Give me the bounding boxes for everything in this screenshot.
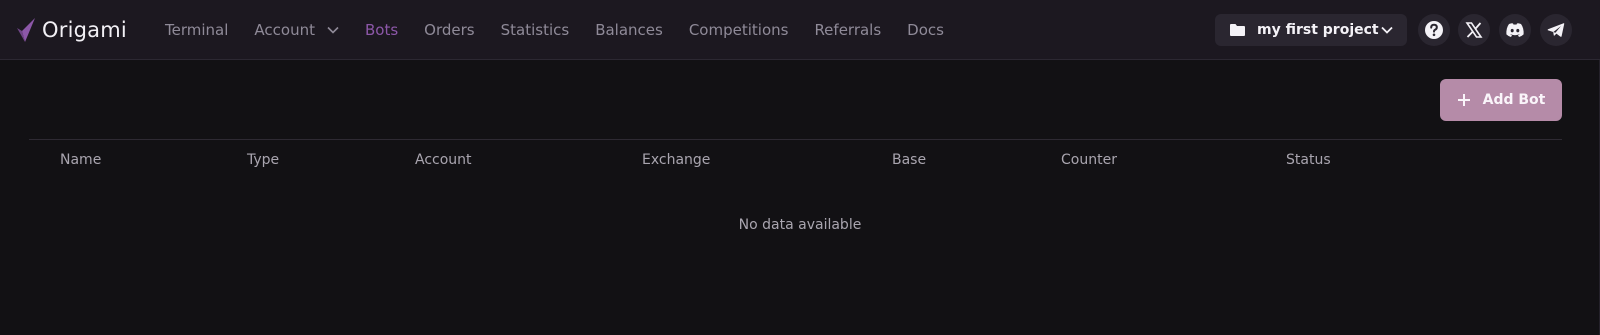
app-logo[interactable]: Origami [16, 16, 127, 44]
chevron-down-icon [1381, 26, 1393, 34]
nav-item-referrals[interactable]: Referrals [814, 21, 881, 39]
project-selector-value: my first project [1257, 22, 1379, 38]
nav-item-balances[interactable]: Balances [595, 21, 663, 39]
nav-item-bots[interactable]: Bots [365, 21, 398, 39]
chevron-down-icon [327, 26, 339, 34]
column-header-account[interactable]: Account [415, 152, 472, 168]
nav-item-label: Balances [595, 21, 663, 39]
nav-item-docs[interactable]: Docs [907, 21, 944, 39]
column-header-name[interactable]: Name [60, 152, 101, 168]
column-header-type[interactable]: Type [247, 152, 279, 168]
main-nav: Terminal Account Bots Orders Statistics … [165, 0, 970, 60]
column-header-exchange[interactable]: Exchange [642, 152, 710, 168]
x-twitter-button[interactable] [1458, 14, 1490, 46]
telegram-button[interactable] [1540, 14, 1572, 46]
nav-item-label: Referrals [814, 21, 882, 39]
nav-item-orders[interactable]: Orders [424, 21, 474, 39]
nav-item-label: Bots [364, 21, 399, 39]
column-header-status[interactable]: Status [1286, 152, 1331, 168]
help-icon [1425, 21, 1443, 39]
empty-table-message: No data available [738, 217, 862, 233]
help-button[interactable] [1418, 14, 1450, 46]
nav-item-statistics[interactable]: Statistics [501, 21, 570, 39]
column-header-counter[interactable]: Counter [1061, 152, 1117, 168]
discord-icon [1506, 23, 1524, 37]
add-bot-button[interactable]: Add Bot [1440, 79, 1562, 121]
column-header-base[interactable]: Base [892, 152, 926, 168]
nav-item-label: Orders [424, 21, 475, 39]
telegram-icon [1547, 23, 1565, 37]
nav-item-label: Docs [907, 21, 944, 39]
add-bot-label: Add Bot [1482, 92, 1546, 108]
nav-item-label: Account [254, 21, 315, 39]
nav-item-competitions[interactable]: Competitions [689, 21, 789, 39]
nav-item-label: Statistics [500, 21, 570, 39]
nav-item-terminal[interactable]: Terminal [165, 21, 228, 39]
nav-item-account[interactable]: Account [254, 21, 339, 39]
origami-logo-icon [17, 18, 35, 42]
table-top-divider [29, 139, 1562, 140]
project-selector[interactable]: my first project [1215, 14, 1407, 46]
x-twitter-icon [1465, 22, 1483, 38]
nav-item-label: Competitions [688, 21, 789, 39]
folder-icon [1230, 24, 1245, 36]
discord-button[interactable] [1499, 14, 1531, 46]
app-name: Origami [42, 18, 127, 42]
plus-icon [1457, 94, 1470, 106]
nav-item-label: Terminal [165, 21, 229, 39]
top-navigation-bar: Origami Terminal Account Bots Orders Sta… [0, 0, 1600, 60]
